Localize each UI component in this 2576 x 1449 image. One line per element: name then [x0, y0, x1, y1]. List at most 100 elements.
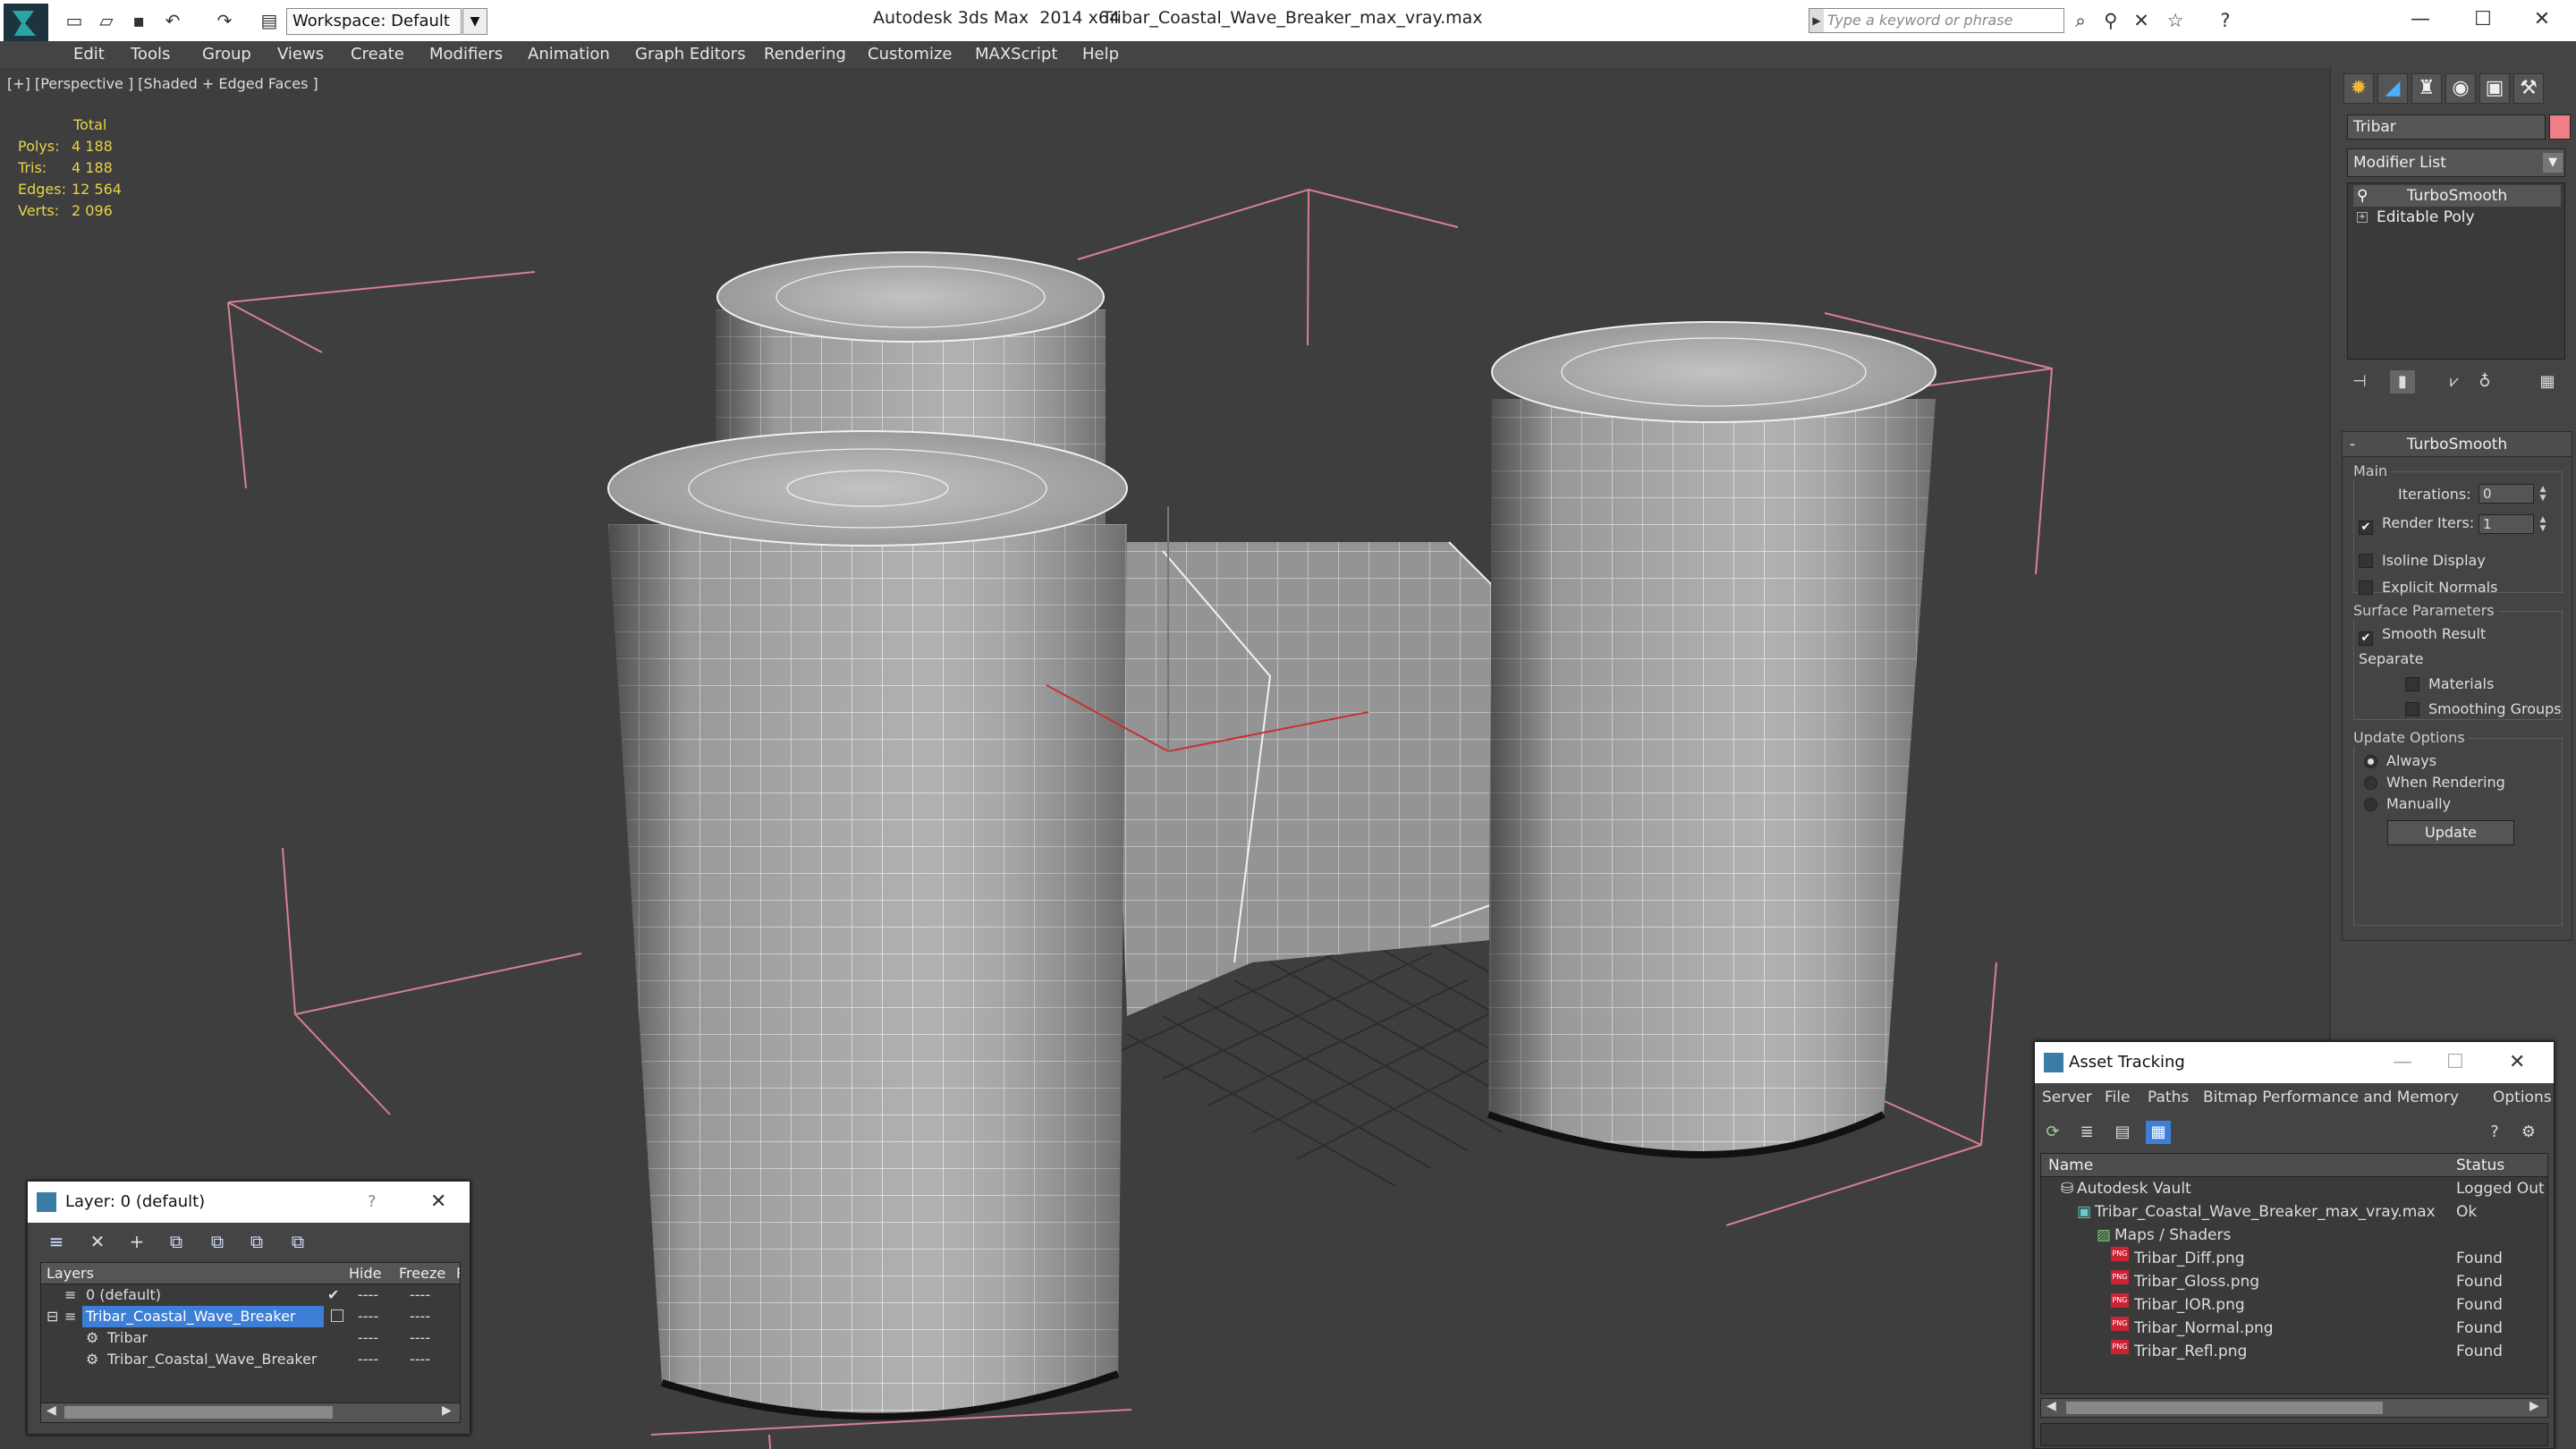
asset-tracking-titlebar[interactable]: Asset Tracking — ☐ ✕	[2035, 1042, 2554, 1083]
stack-item-editable-poly[interactable]: + Editable Poly	[2353, 207, 2561, 228]
close-icon[interactable]: ✕	[2515, 4, 2569, 36]
menu-animation[interactable]: Animation	[528, 45, 610, 64]
table-view-icon[interactable]: ▦	[2146, 1121, 2171, 1144]
menu-file[interactable]: File	[2105, 1089, 2130, 1106]
collapse-icon[interactable]: -	[2350, 432, 2355, 457]
scrollbar-thumb[interactable]	[64, 1406, 333, 1419]
search-input[interactable]: ▶ Type a keyword or phrase	[1809, 8, 2064, 33]
thumbnail-view-icon[interactable]: ▤	[2110, 1121, 2135, 1144]
create-tab-icon[interactable]: ✹	[2343, 73, 2374, 104]
utilities-tab-icon[interactable]: ⚒	[2513, 73, 2544, 104]
asset-row[interactable]: ▨ Maps / Shaders	[2041, 1224, 2547, 1247]
layer-row-selected[interactable]: ⊟ ≡ Tribar_Coastal_Wave_Breaker ---- ---…	[41, 1306, 460, 1327]
layer-row[interactable]: ≡ 0 (default) ✔ ---- ----	[41, 1284, 460, 1306]
menu-bitmap-performance[interactable]: Bitmap Performance and Memory	[2203, 1089, 2459, 1106]
close-icon[interactable]: ✕	[2509, 1042, 2525, 1083]
spinner-arrows-icon[interactable]: ▲ ▼	[2537, 485, 2549, 503]
save-file-icon[interactable]: ▪	[127, 10, 150, 31]
workspace-select[interactable]: Workspace: Default ▼	[286, 8, 487, 35]
asset-row[interactable]: PNG Tribar_Gloss.png Found	[2041, 1270, 2547, 1293]
help-icon[interactable]: ?	[2213, 9, 2238, 32]
help-icon[interactable]: ?	[368, 1182, 377, 1223]
layer-freeze[interactable]: ----	[410, 1284, 430, 1306]
hide-all-layers-icon[interactable]: ⧉	[244, 1230, 269, 1253]
asset-row[interactable]: PNG Tribar_Refl.png Found	[2041, 1340, 2547, 1363]
menu-tools[interactable]: Tools	[131, 45, 170, 64]
menu-group[interactable]: Group	[202, 45, 251, 64]
menu-edit[interactable]: Edit	[73, 45, 105, 64]
subscription-icon[interactable]: ⚲	[2098, 9, 2123, 32]
options-icon[interactable]: ⚙	[2516, 1121, 2541, 1144]
spinner-arrows-icon[interactable]: ▲ ▼	[2537, 515, 2549, 533]
close-icon[interactable]: ✕	[430, 1182, 446, 1223]
make-unique-icon[interactable]: ⩗	[2442, 370, 2467, 394]
modify-tab-icon[interactable]: ◢	[2377, 73, 2408, 104]
col-render[interactable]: R	[456, 1265, 460, 1282]
col-layers[interactable]: Layers	[47, 1265, 94, 1282]
communication-icon[interactable]: ✕	[2129, 9, 2154, 32]
menu-server[interactable]: Server	[2042, 1089, 2092, 1106]
modifier-list-dropdown[interactable]: Modifier List ▼	[2347, 148, 2565, 177]
add-to-layer-icon[interactable]: +	[124, 1230, 149, 1253]
layer-freeze[interactable]: ----	[410, 1327, 430, 1349]
redo-icon[interactable]: ↷	[213, 10, 236, 31]
layer-horizontal-scrollbar[interactable]: ◀ ▶	[41, 1402, 460, 1422]
menu-maxscript[interactable]: MAXScript	[975, 45, 1057, 64]
freeze-all-layers-icon[interactable]: ⧉	[285, 1230, 310, 1253]
help-icon[interactable]: ?	[2482, 1121, 2507, 1144]
delete-layer-icon[interactable]: ✕	[85, 1230, 110, 1253]
menu-customize[interactable]: Customize	[868, 45, 952, 64]
object-color-swatch[interactable]	[2549, 114, 2571, 140]
col-freeze[interactable]: Freeze	[399, 1265, 445, 1282]
asset-row[interactable]: ⛁ Autodesk Vault Logged Out	[2041, 1177, 2547, 1200]
layer-row[interactable]: ⚙ Tribar ---- ----	[41, 1327, 460, 1349]
explicit-normals-checkbox[interactable]	[2359, 580, 2373, 595]
maximize-icon[interactable]: ☐	[2456, 4, 2510, 36]
menu-graph-editors[interactable]: Graph Editors	[635, 45, 746, 64]
favorites-star-icon[interactable]: ☆	[2163, 9, 2188, 32]
layer-hide[interactable]: ----	[358, 1306, 378, 1327]
col-name[interactable]: Name	[2048, 1157, 2093, 1174]
rollout-header[interactable]: - TurboSmooth	[2343, 432, 2572, 457]
iterations-spinner[interactable]: 0 ▲ ▼	[2479, 484, 2546, 504]
pin-stack-icon[interactable]: ⊣	[2347, 370, 2372, 394]
menu-views[interactable]: Views	[277, 45, 324, 64]
asset-horizontal-scrollbar[interactable]: ◀ ▶	[2040, 1398, 2548, 1418]
new-file-icon[interactable]: ▭	[63, 10, 86, 31]
menu-paths[interactable]: Paths	[2148, 1089, 2189, 1106]
motion-tab-icon[interactable]: ◉	[2445, 73, 2476, 104]
list-view-icon[interactable]: ≣	[2074, 1121, 2099, 1144]
update-button[interactable]: Update	[2387, 820, 2514, 845]
asset-row[interactable]: PNG Tribar_Diff.png Found	[2041, 1247, 2547, 1270]
remove-modifier-icon[interactable]: ♁	[2472, 370, 2497, 394]
smoothing-groups-checkbox[interactable]	[2405, 702, 2419, 716]
stack-item-turbosmooth[interactable]: ⚲ TurboSmooth	[2353, 185, 2561, 207]
always-radio[interactable]	[2364, 755, 2377, 768]
smooth-result-checkbox[interactable]: ✔	[2359, 631, 2373, 646]
select-in-layer-icon[interactable]: ⧉	[164, 1230, 189, 1253]
col-hide[interactable]: Hide	[349, 1265, 381, 1282]
asset-row[interactable]: PNG Tribar_Normal.png Found	[2041, 1317, 2547, 1340]
layer-row[interactable]: ⚙ Tribar_Coastal_Wave_Breaker ---- ----	[41, 1349, 460, 1370]
show-end-result-icon[interactable]: ▮	[2390, 370, 2415, 394]
manually-radio[interactable]	[2364, 798, 2377, 811]
layer-hide[interactable]: ----	[358, 1327, 378, 1349]
object-name-field[interactable]: Tribar	[2347, 114, 2546, 140]
create-layer-icon[interactable]: ≡	[44, 1230, 69, 1253]
hierarchy-tab-icon[interactable]: ♜	[2411, 73, 2442, 104]
menu-help[interactable]: Help	[1082, 45, 1119, 64]
minimize-icon[interactable]: —	[2393, 1042, 2412, 1083]
viewport-label[interactable]: [+] [Perspective ] [Shaded + Edged Faces…	[7, 75, 318, 92]
highlight-layer-icon[interactable]: ⧉	[205, 1230, 230, 1253]
layer-hide[interactable]: ----	[358, 1349, 378, 1370]
maximize-icon[interactable]: ☐	[2446, 1042, 2464, 1083]
isoline-checkbox[interactable]	[2359, 554, 2373, 568]
render-iters-spinner[interactable]: 1 ▲ ▼	[2479, 514, 2546, 534]
menu-create[interactable]: Create	[351, 45, 404, 64]
render-iters-checkbox[interactable]: ✔	[2359, 521, 2373, 535]
asset-row[interactable]: ▣ Tribar_Coastal_Wave_Breaker_max_vray.ma…	[2041, 1200, 2547, 1224]
menu-rendering[interactable]: Rendering	[764, 45, 846, 64]
layer-freeze[interactable]: ----	[410, 1306, 430, 1327]
scroll-right-icon[interactable]: ▶	[2529, 1399, 2539, 1413]
expand-icon[interactable]: ⊟	[47, 1306, 58, 1327]
